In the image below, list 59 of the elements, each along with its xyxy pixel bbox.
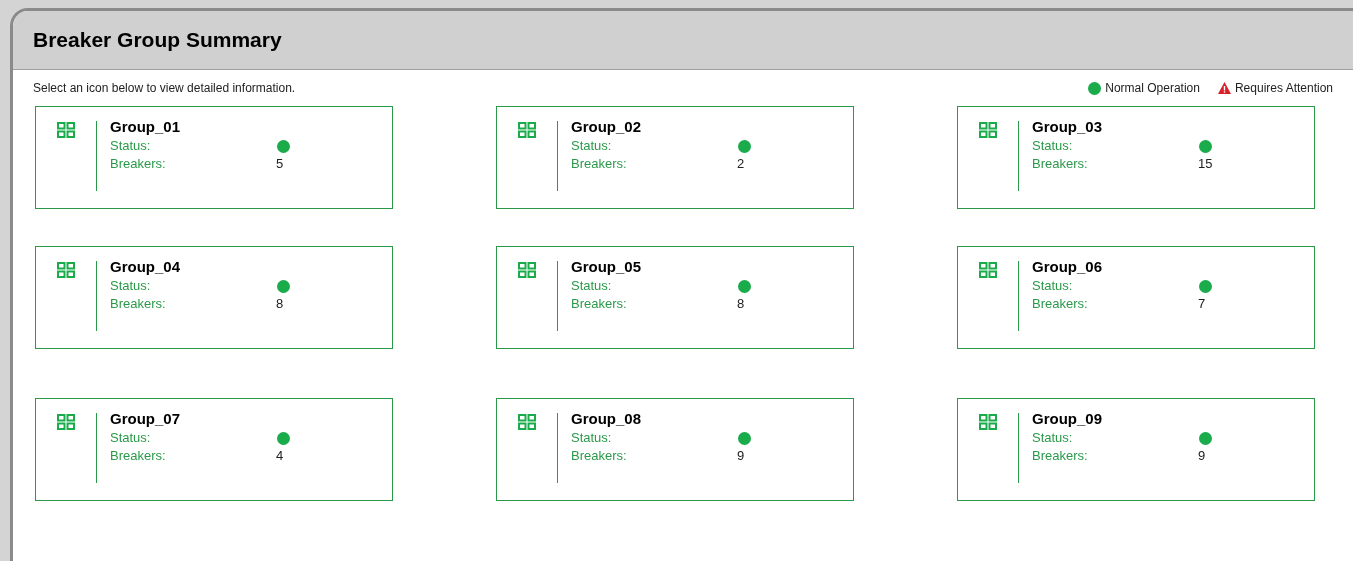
grid-icon <box>518 262 536 278</box>
grid-icon <box>518 414 536 430</box>
breaker-count: 9 <box>1198 447 1206 466</box>
legend-label: Requires Attention <box>1234 80 1333 97</box>
group-name: Group_01 <box>110 117 182 137</box>
group-card[interactable]: Group_02 Status: Breakers: 2 <box>496 106 854 209</box>
group-card[interactable]: Group_08 Status: Breakers: 9 <box>496 398 854 501</box>
instructions-text: Select an icon below to view detailed information. <box>33 80 296 97</box>
breaker-count: 4 <box>276 447 284 466</box>
group-name: Group_08 <box>571 409 643 429</box>
breakers-label: Breakers: <box>110 447 167 466</box>
breaker-count: 2 <box>737 155 745 174</box>
status-label: Status: <box>110 429 152 448</box>
status-label: Status: <box>571 137 613 156</box>
group-name: Group_07 <box>110 409 182 429</box>
group-name: Group_04 <box>110 257 182 277</box>
group-name: Group_09 <box>1032 409 1104 429</box>
grid-icon <box>979 122 997 138</box>
grid-icon <box>57 122 75 138</box>
breaker-count: 5 <box>276 155 284 174</box>
status-label: Status: <box>1032 277 1074 296</box>
breakers-label: Breakers: <box>1032 447 1089 466</box>
breaker-count: 15 <box>1198 155 1213 174</box>
group-card[interactable]: Group_01 Status: Breakers: 5 <box>35 106 393 209</box>
page-title: Breaker Group Summary <box>33 27 282 54</box>
group-name: Group_05 <box>571 257 643 277</box>
status-label: Status: <box>1032 137 1074 156</box>
grid-icon <box>979 262 997 278</box>
group-card[interactable]: Group_09 Status: Breakers: 9 <box>957 398 1315 501</box>
group-name: Group_06 <box>1032 257 1104 277</box>
grid-icon <box>57 414 75 430</box>
status-label: Status: <box>110 137 152 156</box>
breakers-label: Breakers: <box>1032 295 1089 314</box>
status-label: Status: <box>571 277 613 296</box>
status-label: Status: <box>1032 429 1074 448</box>
breaker-count: 8 <box>276 295 284 314</box>
group-card[interactable]: Group_07 Status: Breakers: 4 <box>35 398 393 501</box>
warning-icon <box>1217 82 1231 94</box>
status-label: Status: <box>110 277 152 296</box>
breakers-label: Breakers: <box>571 447 628 466</box>
breakers-label: Breakers: <box>1032 155 1089 174</box>
breakers-label: Breakers: <box>571 295 628 314</box>
legend-label: Normal Operation <box>1105 80 1200 97</box>
breaker-count: 9 <box>737 447 745 466</box>
breakers-label: Breakers: <box>110 155 167 174</box>
breakers-label: Breakers: <box>110 295 167 314</box>
grid-icon <box>979 414 997 430</box>
group-card[interactable]: Group_05 Status: Breakers: 8 <box>496 246 854 349</box>
breaker-count: 7 <box>1198 295 1206 314</box>
group-card[interactable]: Group_06 Status: Breakers: 7 <box>957 246 1315 349</box>
group-name: Group_02 <box>571 117 643 137</box>
breaker-count: 8 <box>737 295 745 314</box>
breakers-label: Breakers: <box>571 155 628 174</box>
grid-icon <box>518 122 536 138</box>
group-card[interactable]: Group_03 Status: Breakers: 15 <box>957 106 1315 209</box>
status-label: Status: <box>571 429 613 448</box>
grid-icon <box>57 262 75 278</box>
group-card[interactable]: Group_04 Status: Breakers: 8 <box>35 246 393 349</box>
group-name: Group_03 <box>1032 117 1104 137</box>
